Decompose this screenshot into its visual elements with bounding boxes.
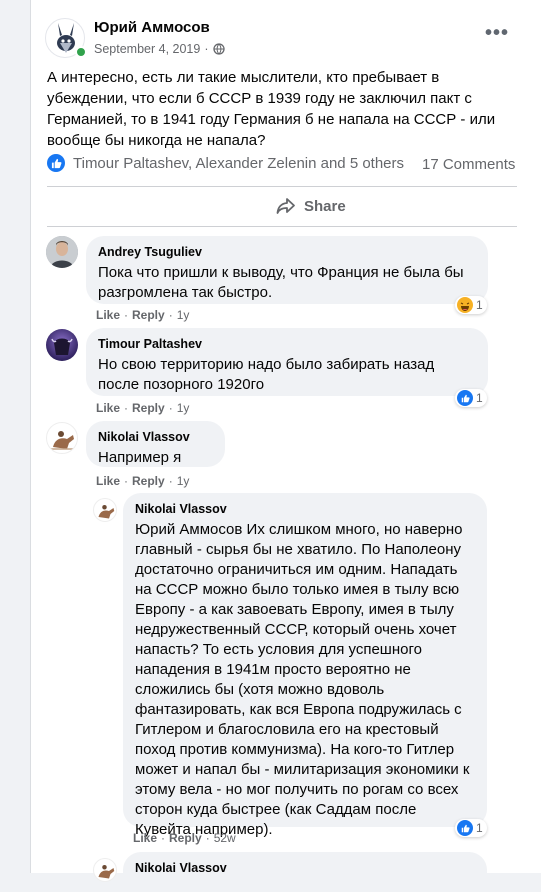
reply-bubble: Nikolai Vlassov	[123, 852, 487, 892]
comment-text: Но свою территорию надо было забирать на…	[98, 356, 435, 393]
action-separator: ·	[124, 308, 129, 322]
reply-age[interactable]: 52w	[214, 831, 236, 845]
post-date-text[interactable]: September 4, 2019	[94, 42, 200, 56]
action-separator: ·	[161, 831, 166, 845]
reply-author[interactable]: Nikolai Vlassov	[135, 860, 475, 876]
horse-rider-avatar-icon	[98, 865, 115, 879]
comment-actions: Like · Reply · 1y	[96, 401, 189, 415]
comment-age[interactable]: 1y	[177, 308, 190, 322]
like-link[interactable]: Like	[96, 401, 120, 415]
divider-top	[47, 186, 517, 187]
comment-actions: Like · Reply · 1y	[96, 474, 189, 488]
globe-icon	[212, 43, 225, 55]
reply-text: Юрий Аммосов Их слишком много, но наверн…	[135, 520, 475, 840]
reply-link[interactable]: Reply	[132, 401, 165, 415]
share-icon	[276, 198, 295, 214]
buffalo-avatar-icon	[46, 329, 78, 361]
reply-bubble: Nikolai Vlassov Юрий Аммосов Их слишком …	[123, 493, 487, 838]
reply-author[interactable]: Nikolai Vlassov	[135, 501, 475, 517]
reaction-count: 1	[476, 298, 483, 312]
share-label: Share	[304, 197, 346, 215]
like-link[interactable]: Like	[96, 474, 120, 488]
reply-avatar[interactable]	[93, 498, 117, 522]
reply-body: Их слишком много, но наверно главный - с…	[135, 521, 470, 838]
horse-rider-avatar-icon	[51, 431, 75, 450]
person-photo-icon	[46, 236, 78, 268]
like-reaction-icon	[457, 390, 473, 406]
online-status-dot	[75, 46, 87, 58]
comment-text: Например я	[98, 449, 182, 466]
reactions-summary[interactable]: Timour Paltashev, Alexander Zelenin and …	[47, 154, 404, 172]
reply-link[interactable]: Reply	[132, 474, 165, 488]
like-link[interactable]: Like	[133, 831, 157, 845]
reaction-count: 1	[476, 391, 483, 405]
comment-avatar[interactable]	[46, 329, 78, 361]
share-button[interactable]: Share	[276, 197, 346, 215]
action-separator: ·	[168, 474, 173, 488]
like-reaction-icon	[457, 820, 473, 836]
comment-author[interactable]: Timour Paltashev	[98, 336, 476, 352]
divider-bottom	[47, 226, 517, 227]
comment-avatar[interactable]	[46, 236, 78, 268]
post-date[interactable]: September 4, 2019 ·	[94, 42, 225, 56]
comment-age[interactable]: 1y	[177, 401, 190, 415]
comments-count-link[interactable]: 17 Comments	[422, 156, 515, 173]
comment-reaction-badge[interactable]: 1	[455, 296, 487, 314]
horse-rider-avatar-icon	[98, 505, 115, 519]
post-text: А интересно, есть ли такие мыслители, кт…	[47, 69, 496, 149]
reply-link[interactable]: Reply	[132, 308, 165, 322]
reaction-count: 1	[476, 821, 483, 835]
reply-avatar[interactable]	[93, 858, 117, 882]
like-link[interactable]: Like	[96, 308, 120, 322]
comment-bubble: Timour Paltashev Но свою территорию надо…	[86, 328, 488, 396]
comment-bubble: Andrey Tsuguliev Пока что пришли к вывод…	[86, 236, 488, 304]
comment-text: Пока что пришли к выводу, что Франция не…	[98, 264, 464, 301]
reply-link[interactable]: Reply	[169, 831, 202, 845]
comment-actions: Like · Reply · 1y	[96, 308, 189, 322]
post-card: Юрий Аммосов September 4, 2019 · ••• А и…	[30, 0, 541, 892]
reply-actions: Like · Reply · 52w	[133, 831, 236, 845]
action-separator: ·	[168, 308, 173, 322]
comment-author[interactable]: Andrey Tsuguliev	[98, 244, 476, 260]
like-reaction-icon	[47, 154, 65, 172]
reactions-names[interactable]: Timour Paltashev, Alexander Zelenin and …	[73, 155, 404, 172]
action-separator: ·	[124, 474, 129, 488]
comment-author[interactable]: Nikolai Vlassov	[98, 429, 213, 445]
date-separator: ·	[204, 42, 209, 56]
action-separator: ·	[168, 401, 173, 415]
comment-bubble: Nikolai Vlassov Например я	[86, 421, 225, 467]
reply-mention-link[interactable]: Юрий Аммосов	[135, 521, 242, 538]
action-separator: ·	[124, 401, 129, 415]
comment-avatar[interactable]	[46, 422, 78, 454]
haha-reaction-icon	[457, 297, 473, 313]
reply-reaction-badge[interactable]: 1	[455, 819, 487, 837]
action-separator: ·	[205, 831, 210, 845]
comment-reaction-badge[interactable]: 1	[455, 389, 487, 407]
comment-age[interactable]: 1y	[177, 474, 190, 488]
post-author-name[interactable]: Юрий Аммосов	[94, 19, 210, 36]
more-options-button[interactable]: •••	[485, 22, 509, 45]
